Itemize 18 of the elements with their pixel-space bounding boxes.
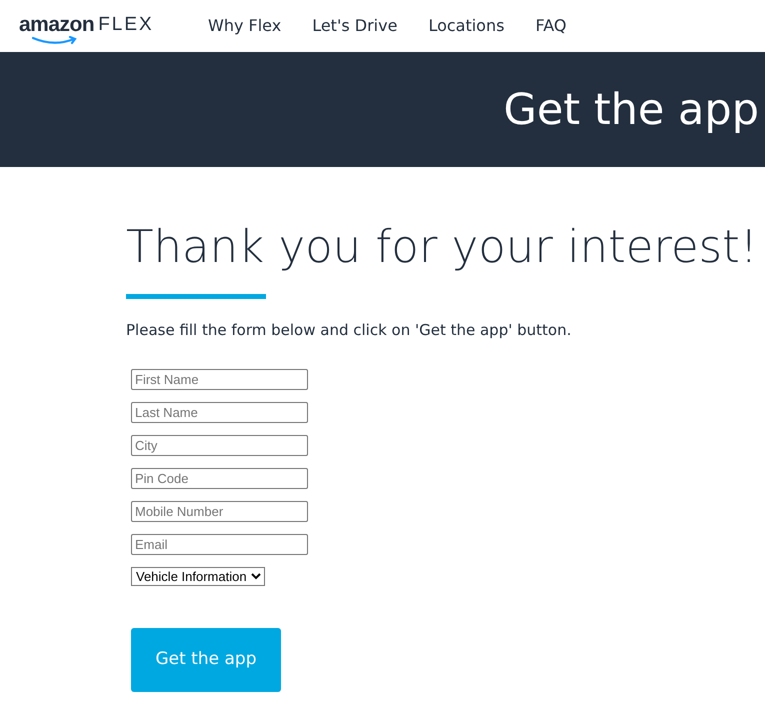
- input-field[interactable]: Mobile Number: [131, 500, 308, 522]
- logo-brand: amazon: [19, 14, 94, 34]
- input-field[interactable]: Last Name: [131, 402, 308, 422]
- nav-link[interactable]: Locations: [428, 14, 504, 38]
- vehicle-select[interactable]: Vehicle Information: [131, 566, 265, 586]
- nav-link[interactable]: Let's Drive: [312, 14, 398, 38]
- banner-title: Get the app: [504, 84, 759, 134]
- instructions-text: Please fill the form below and click on 'Get the app' button.: [126, 320, 572, 341]
- page-heading: Thank you for your interest!: [126, 219, 759, 275]
- nav-link[interactable]: Why Flex: [208, 14, 282, 38]
- input-field[interactable]: First Name: [131, 368, 308, 390]
- input-field[interactable]: Email: [131, 534, 308, 554]
- nav-link[interactable]: FAQ: [535, 14, 566, 38]
- logo-product: FLEX: [98, 14, 154, 34]
- logo[interactable]: amazon FLEX: [19, 8, 169, 44]
- input-field[interactable]: City: [131, 434, 308, 456]
- smile-icon: [32, 36, 78, 44]
- input-field[interactable]: Pin Code: [131, 468, 308, 488]
